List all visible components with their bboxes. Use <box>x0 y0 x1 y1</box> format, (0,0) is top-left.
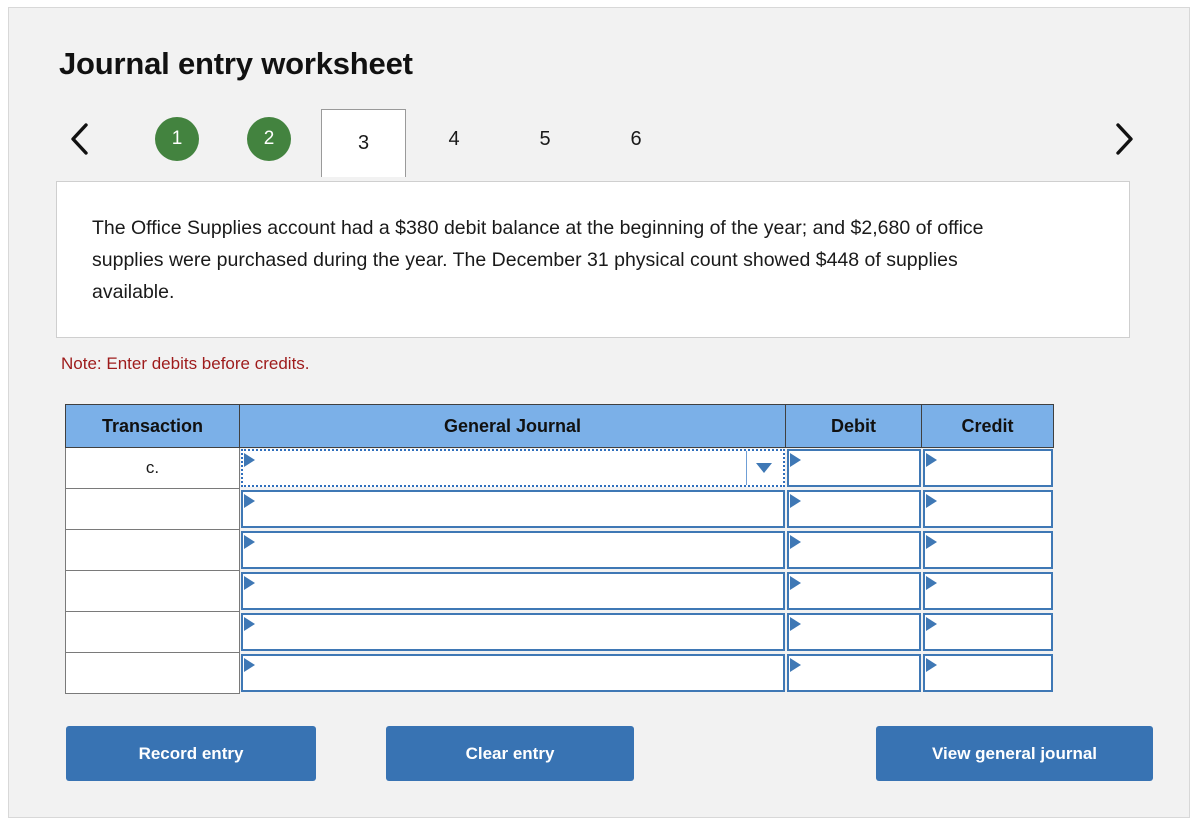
table-row: c. <box>65 447 1054 489</box>
table-row <box>65 488 1054 530</box>
cell-marker-icon <box>244 617 255 631</box>
tab-label: 2 <box>263 128 275 149</box>
general-journal-cell[interactable] <box>240 612 786 653</box>
column-header-debit: Debit <box>785 404 922 448</box>
debit-cell[interactable] <box>786 571 922 612</box>
cell-marker-icon <box>925 576 937 590</box>
debit-input[interactable] <box>786 490 921 528</box>
cell-marker-icon <box>789 494 801 508</box>
debits-before-credits-note: Note: Enter debits before credits. <box>61 354 310 373</box>
cell-marker-icon <box>244 576 255 590</box>
account-select[interactable] <box>241 613 785 651</box>
credit-input[interactable] <box>922 490 1053 528</box>
journal-entry-table: Transaction General Journal Debit Credit… <box>65 404 1054 694</box>
transaction-label <box>65 570 240 612</box>
column-header-transaction: Transaction <box>65 404 240 448</box>
debit-input[interactable] <box>786 654 921 692</box>
debit-input[interactable] <box>786 613 921 651</box>
record-entry-button[interactable]: Record entry <box>66 726 316 781</box>
cell-marker-icon <box>789 617 801 631</box>
debit-input[interactable] <box>786 531 921 569</box>
cell-marker-icon <box>925 453 937 468</box>
transaction-label: c. <box>65 447 240 489</box>
credit-cell[interactable] <box>922 653 1054 694</box>
general-journal-cell[interactable] <box>240 571 786 612</box>
cell-marker-icon <box>244 535 255 549</box>
table-header-row: Transaction General Journal Debit Credit <box>65 404 1054 448</box>
view-general-journal-button[interactable]: View general journal <box>876 726 1153 781</box>
cell-marker-icon <box>244 453 255 468</box>
debit-cell[interactable] <box>786 448 922 489</box>
tab-label: 5 <box>539 127 551 150</box>
table-row <box>65 529 1054 571</box>
tab-label: 6 <box>630 127 642 150</box>
page-title: Journal entry worksheet <box>59 46 413 81</box>
question-text: The Office Supplies account had a $380 d… <box>92 217 984 303</box>
account-select[interactable] <box>241 531 785 569</box>
general-journal-cell[interactable] <box>240 489 786 530</box>
credit-input[interactable] <box>922 613 1053 651</box>
tab-1[interactable]: 1 <box>155 117 199 161</box>
debit-cell[interactable] <box>786 612 922 653</box>
credit-cell[interactable] <box>922 571 1054 612</box>
chevron-down-icon <box>755 463 772 474</box>
credit-cell[interactable] <box>922 489 1054 530</box>
table-row <box>65 570 1054 612</box>
cell-marker-icon <box>789 535 801 549</box>
worksheet-card: Journal entry worksheet 1 2 3 4 5 6 The … <box>8 7 1190 818</box>
cell-marker-icon <box>244 494 255 508</box>
credit-cell[interactable] <box>922 448 1054 489</box>
table-row <box>65 652 1054 694</box>
transaction-label <box>65 611 240 653</box>
table-row <box>65 611 1054 653</box>
column-header-credit: Credit <box>921 404 1054 448</box>
cell-marker-icon <box>925 535 937 549</box>
tab-label: 4 <box>448 127 460 150</box>
credit-cell[interactable] <box>922 530 1054 571</box>
debit-input[interactable] <box>786 449 921 488</box>
next-tab-button[interactable] <box>1107 117 1141 161</box>
column-header-general-journal: General Journal <box>239 404 786 448</box>
chevron-left-icon <box>69 122 91 156</box>
clear-entry-button[interactable]: Clear entry <box>386 726 634 781</box>
tab-4[interactable]: 4 <box>432 117 476 161</box>
question-panel: The Office Supplies account had a $380 d… <box>56 181 1130 338</box>
tab-navigation: 1 2 3 4 5 6 <box>9 103 1191 183</box>
cell-marker-icon <box>789 453 801 468</box>
tab-2[interactable]: 2 <box>247 117 291 161</box>
transaction-label <box>65 652 240 694</box>
debit-cell[interactable] <box>786 653 922 694</box>
account-select[interactable] <box>241 449 785 488</box>
general-journal-cell[interactable] <box>240 653 786 694</box>
tab-5[interactable]: 5 <box>523 117 567 161</box>
transaction-label <box>65 529 240 571</box>
credit-cell[interactable] <box>922 612 1054 653</box>
cell-marker-icon <box>789 658 801 672</box>
chevron-right-icon <box>1113 122 1135 156</box>
account-select[interactable] <box>241 490 785 528</box>
tab-3[interactable]: 3 <box>321 109 406 177</box>
tab-label: 3 <box>357 132 370 154</box>
tab-label: 1 <box>171 128 183 149</box>
previous-tab-button[interactable] <box>63 117 97 161</box>
credit-input[interactable] <box>922 449 1053 488</box>
credit-input[interactable] <box>922 654 1053 692</box>
cell-marker-icon <box>925 494 937 508</box>
cell-marker-icon <box>789 576 801 590</box>
debit-cell[interactable] <box>786 530 922 571</box>
account-dropdown-button[interactable] <box>745 451 781 486</box>
transaction-label <box>65 488 240 530</box>
cell-marker-icon <box>925 658 937 672</box>
general-journal-cell[interactable] <box>240 448 786 489</box>
debit-input[interactable] <box>786 572 921 610</box>
cell-marker-icon <box>925 617 937 631</box>
account-select[interactable] <box>241 654 785 692</box>
credit-input[interactable] <box>922 572 1053 610</box>
account-select[interactable] <box>241 572 785 610</box>
debit-cell[interactable] <box>786 489 922 530</box>
credit-input[interactable] <box>922 531 1053 569</box>
cell-marker-icon <box>244 658 255 672</box>
tab-6[interactable]: 6 <box>614 117 658 161</box>
general-journal-cell[interactable] <box>240 530 786 571</box>
